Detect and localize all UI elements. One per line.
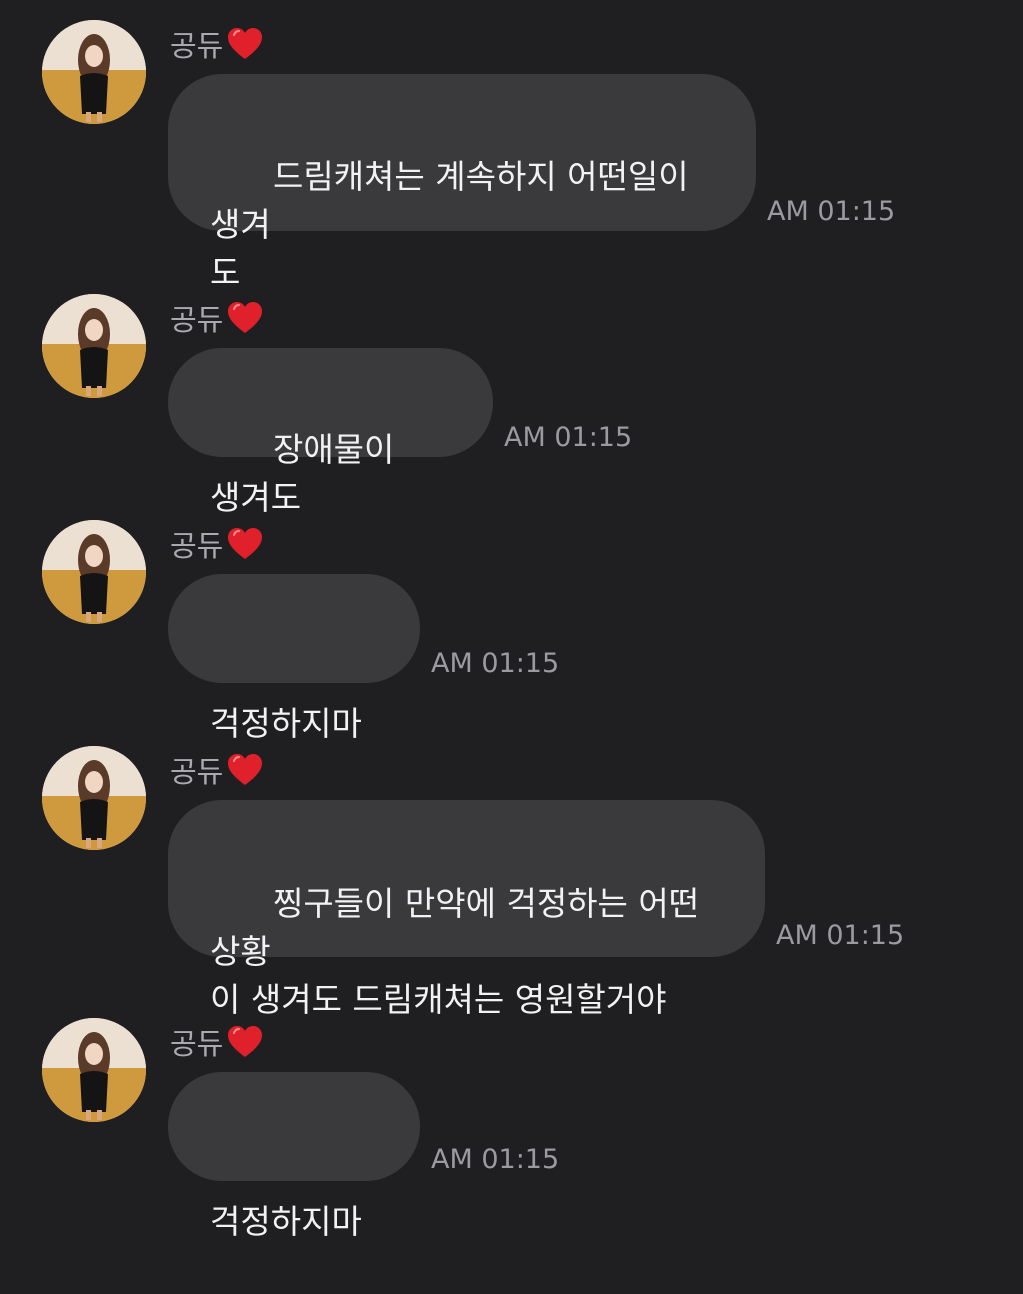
message-timestamp: AM 01:15 [431, 1144, 560, 1175]
chat-thread: 공듀 드림캐쳐는 계속하지 어떤일이 생겨 도 AM 01:15 공듀 장애물이… [0, 0, 1023, 1241]
sender-name: 공듀 [170, 526, 264, 563]
sender-name: 공듀 [170, 300, 264, 337]
message-bubble[interactable]: 걱정하지마 [168, 1072, 420, 1241]
message-bubble[interactable]: 찡구들이 만약에 걱정하는 어떤 상황 이 생겨도 드림캐쳐는 영원할거야 [168, 800, 765, 1019]
red-heart-icon [228, 28, 263, 59]
message-text: 찡구들이 만약에 걱정하는 어떤 상황 이 생겨도 드림캐쳐는 영원할거야 [210, 884, 700, 1019]
avatar[interactable] [42, 20, 146, 124]
avatar-photo [42, 746, 146, 850]
message-text: 걱정하지마 [210, 1202, 362, 1241]
avatar[interactable] [42, 1018, 146, 1122]
sender-name: 공듀 [170, 26, 264, 63]
avatar-photo [42, 20, 146, 124]
sender-label: 공듀 [170, 529, 224, 563]
red-heart-icon [228, 754, 263, 785]
avatar-photo [42, 1018, 146, 1122]
red-heart-icon [228, 1026, 263, 1057]
message-text: 장애물이 생겨도 [210, 430, 405, 517]
sender-label: 공듀 [170, 29, 224, 63]
avatar-photo [42, 294, 146, 398]
sender-label: 공듀 [170, 303, 224, 337]
message-bubble[interactable]: 걱정하지마 [168, 574, 420, 743]
avatar-photo [42, 520, 146, 624]
sender-name: 공듀 [170, 752, 264, 789]
sender-label: 공듀 [170, 755, 224, 789]
message-text: 걱정하지마 [210, 704, 362, 743]
sender-label: 공듀 [170, 1027, 224, 1061]
avatar[interactable] [42, 294, 146, 398]
avatar[interactable] [42, 746, 146, 850]
message-bubble[interactable]: 장애물이 생겨도 [168, 348, 493, 517]
message-timestamp: AM 01:15 [776, 920, 905, 951]
red-heart-icon [228, 528, 263, 559]
message-bubble[interactable]: 드림캐쳐는 계속하지 어떤일이 생겨 도 [168, 74, 756, 292]
sender-name: 공듀 [170, 1024, 264, 1061]
message-timestamp: AM 01:15 [504, 422, 633, 453]
message-text: 드림캐쳐는 계속하지 어떤일이 생겨 도 [210, 157, 689, 292]
message-timestamp: AM 01:15 [767, 196, 896, 227]
message-timestamp: AM 01:15 [431, 648, 560, 679]
red-heart-icon [228, 302, 263, 333]
avatar[interactable] [42, 520, 146, 624]
